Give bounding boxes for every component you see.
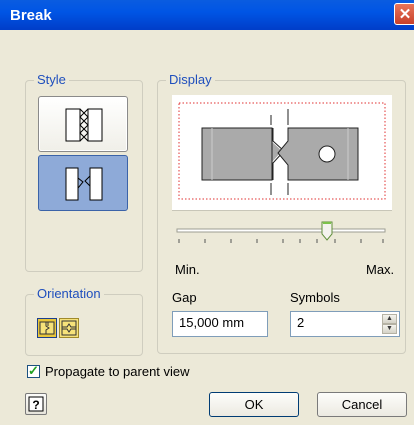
slider-max-label: Max. bbox=[366, 262, 395, 277]
spin-up-icon[interactable]: ▲ bbox=[382, 314, 397, 324]
horizontal-orientation-button[interactable] bbox=[37, 318, 57, 338]
symbols-label: Symbols bbox=[290, 290, 340, 305]
symbols-spin-buttons: ▲ ▼ bbox=[382, 314, 397, 334]
slider-track bbox=[176, 228, 386, 243]
gap-input[interactable]: 15,000 mm bbox=[172, 311, 268, 337]
rectangular-break-icon bbox=[65, 108, 103, 142]
close-icon[interactable]: ✕ bbox=[394, 3, 414, 25]
style-legend: Style bbox=[34, 72, 69, 87]
gap-label: Gap bbox=[172, 290, 197, 305]
slider-min-label: Min. bbox=[175, 262, 200, 277]
structural-break-style-button[interactable] bbox=[38, 155, 128, 211]
gap-value: 15,000 mm bbox=[179, 315, 245, 330]
symbols-spinner[interactable]: 2 ▲ ▼ bbox=[290, 311, 400, 337]
help-icon: ? bbox=[28, 396, 44, 412]
display-legend: Display bbox=[166, 72, 215, 87]
symbols-value: 2 bbox=[297, 315, 305, 330]
rectangular-break-style-button[interactable] bbox=[38, 96, 128, 152]
spin-down-icon[interactable]: ▼ bbox=[382, 324, 397, 334]
window-title: Break bbox=[10, 7, 52, 24]
break-preview bbox=[172, 95, 392, 211]
break-preview-image bbox=[178, 102, 386, 200]
cancel-button[interactable]: Cancel bbox=[317, 392, 407, 417]
svg-text:?: ? bbox=[32, 398, 39, 412]
break-size-slider[interactable] bbox=[172, 218, 390, 258]
vertical-orientation-button[interactable] bbox=[59, 318, 79, 338]
help-button[interactable]: ? bbox=[25, 393, 47, 415]
propagate-label[interactable]: Propagate to parent view bbox=[45, 364, 190, 379]
title-bar[interactable]: Break ✕ bbox=[0, 0, 414, 30]
orientation-legend: Orientation bbox=[34, 286, 104, 301]
propagate-checkbox[interactable]: ✓ bbox=[27, 363, 40, 378]
structural-break-icon bbox=[65, 167, 103, 201]
slider-thumb[interactable] bbox=[321, 221, 333, 241]
horizontal-break-icon bbox=[39, 321, 55, 335]
vertical-break-icon bbox=[61, 320, 77, 336]
checkmark-icon: ✓ bbox=[28, 363, 39, 378]
break-dialog: Break ✕ Style Orientation Display Min. M… bbox=[0, 0, 414, 425]
ok-button[interactable]: OK bbox=[209, 392, 299, 417]
